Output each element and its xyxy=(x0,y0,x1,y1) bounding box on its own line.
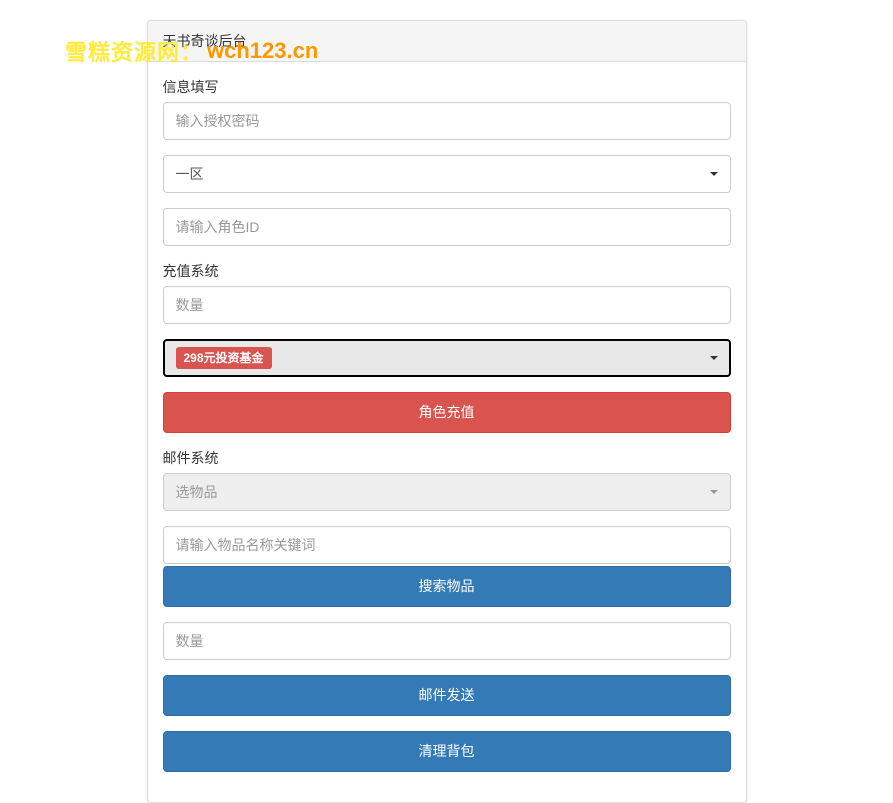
mail-quantity-input[interactable] xyxy=(163,622,731,660)
recharge-quantity-input[interactable] xyxy=(163,286,731,324)
info-password-group: 信息填写 xyxy=(163,77,731,140)
role-id-group xyxy=(163,208,731,246)
zone-select[interactable]: 一区 xyxy=(163,155,731,193)
mail-search-group: 搜索物品 xyxy=(163,526,731,607)
zone-select-value: 一区 xyxy=(176,164,204,184)
recharge-product-group: 298元投资基金 xyxy=(163,339,731,377)
mail-section-label: 邮件系统 xyxy=(163,448,731,468)
mail-send-group: 邮件发送 xyxy=(163,675,731,716)
recharge-section-label: 充值系统 xyxy=(163,261,731,281)
panel-body: 信息填写 一区 充值系统 298元投资基金 xyxy=(148,62,746,802)
mail-quantity-group xyxy=(163,622,731,660)
item-search-input[interactable] xyxy=(163,526,731,564)
mail-item-select-group: 邮件系统 选物品 xyxy=(163,448,731,511)
recharge-button-group: 角色充值 xyxy=(163,392,731,433)
recharge-product-select[interactable]: 298元投资基金 xyxy=(163,339,731,377)
recharge-quantity-group: 充值系统 xyxy=(163,261,731,324)
caret-down-icon xyxy=(710,490,718,494)
recharge-button[interactable]: 角色充值 xyxy=(163,392,731,433)
search-item-button[interactable]: 搜索物品 xyxy=(163,566,731,607)
clear-bag-group: 清理背包 xyxy=(163,731,731,772)
auth-password-input[interactable] xyxy=(163,102,731,140)
role-id-input[interactable] xyxy=(163,208,731,246)
caret-down-icon xyxy=(710,356,718,360)
caret-down-icon xyxy=(710,172,718,176)
mail-item-select: 选物品 xyxy=(163,473,731,511)
zone-select-group: 一区 xyxy=(163,155,731,193)
recharge-product-badge: 298元投资基金 xyxy=(176,347,272,369)
clear-bag-button[interactable]: 清理背包 xyxy=(163,731,731,772)
panel-title: 天书奇谈后台 xyxy=(148,21,746,62)
mail-send-button[interactable]: 邮件发送 xyxy=(163,675,731,716)
mail-item-select-placeholder: 选物品 xyxy=(176,482,218,502)
info-section-label: 信息填写 xyxy=(163,77,731,97)
admin-panel: 天书奇谈后台 信息填写 一区 充值系统 298元投 xyxy=(147,20,747,803)
